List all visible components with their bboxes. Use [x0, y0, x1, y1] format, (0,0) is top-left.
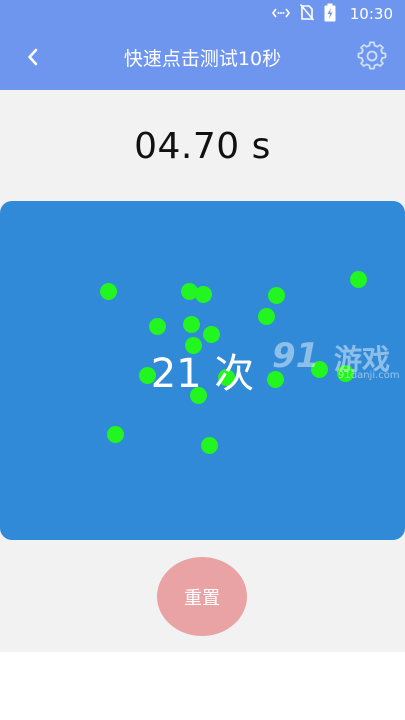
tap-dot	[149, 318, 166, 335]
toolbar: 快速点击测试10秒	[0, 28, 405, 90]
gear-icon	[357, 41, 387, 75]
tap-dot	[268, 287, 285, 304]
tap-dot	[100, 283, 117, 300]
tap-dot	[350, 271, 367, 288]
status-time: 10:30	[349, 5, 393, 23]
settings-button[interactable]	[356, 41, 388, 75]
tap-dot	[183, 316, 200, 333]
tap-dot	[107, 426, 124, 443]
main-content: 04.70 s 21 次 重置	[0, 90, 405, 652]
tap-dot	[258, 308, 275, 325]
status-icons: 10:30	[271, 3, 393, 26]
tap-area[interactable]: 21 次	[0, 201, 405, 540]
no-sim-icon	[299, 3, 314, 25]
page-title: 快速点击测试10秒	[123, 48, 282, 70]
back-button[interactable]	[18, 44, 48, 74]
tap-dot	[195, 286, 212, 303]
reset-button[interactable]: 重置	[157, 557, 247, 636]
battery-charging-icon	[324, 3, 336, 26]
tap-dot	[201, 437, 218, 454]
timer-display: 04.70 s	[134, 126, 271, 167]
tap-count: 21 次	[150, 351, 255, 397]
vibrate-icon	[271, 5, 290, 24]
app-bar: 10:30 快速点击测试10秒	[0, 0, 405, 90]
chevron-left-icon	[26, 48, 40, 70]
status-bar: 10:30	[0, 0, 405, 28]
tap-dot	[203, 326, 220, 343]
